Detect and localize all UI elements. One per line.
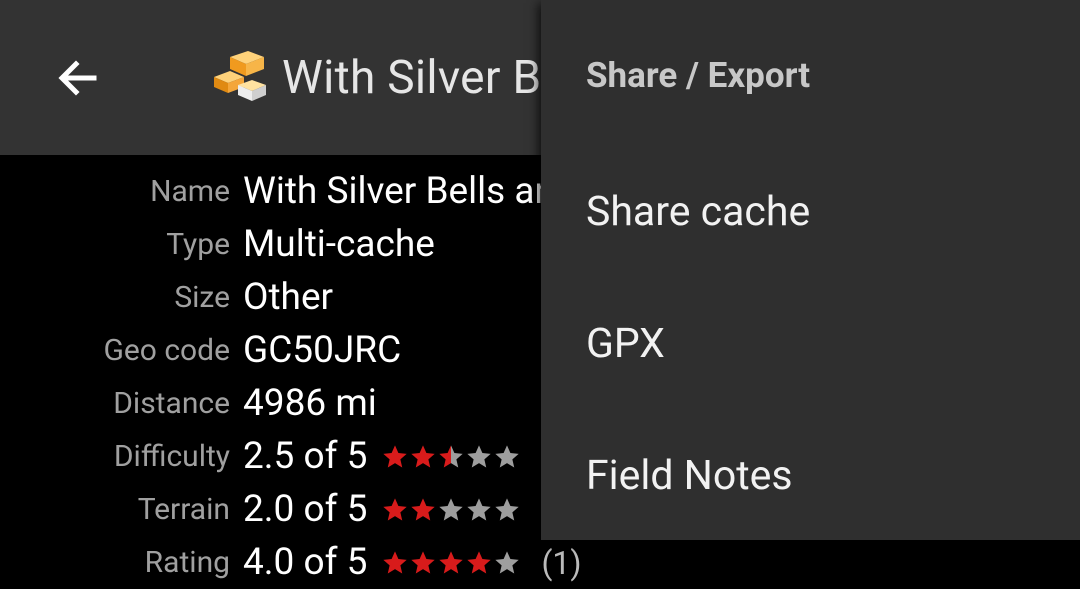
- terrain-stars: [381, 496, 521, 524]
- star-icon: [495, 497, 520, 520]
- star-icon: [495, 444, 520, 467]
- star-icon: [467, 550, 492, 573]
- star-icon: [467, 444, 492, 467]
- detail-value: 2.5 of 5: [243, 435, 368, 478]
- detail-label: Name: [150, 174, 230, 209]
- rating-count: (1): [541, 543, 582, 582]
- detail-value: 4.0 of 5: [243, 541, 368, 584]
- star-icon: [411, 497, 436, 520]
- star-icon: [495, 550, 520, 573]
- detail-value-wrap: 2.5 of 5: [243, 435, 521, 478]
- difficulty-stars: [381, 443, 521, 471]
- detail-value: Other: [243, 276, 334, 319]
- detail-row-rating: Rating 4.0 of 5 (1): [0, 536, 1080, 589]
- detail-value: 2.0 of 5: [243, 488, 368, 531]
- menu-item-gpx[interactable]: GPX: [541, 284, 1080, 404]
- arrow-left-icon: [58, 60, 97, 96]
- star-icon: [383, 550, 408, 573]
- detail-label: Type: [166, 227, 230, 262]
- detail-value-wrap: 2.0 of 5: [243, 488, 521, 531]
- star-icon: [467, 497, 492, 520]
- menu-header: Share / Export: [586, 55, 811, 96]
- star-icon: [439, 550, 464, 573]
- detail-label: Rating: [144, 545, 230, 580]
- detail-label: Distance: [113, 386, 230, 421]
- detail-value-wrap: 4.0 of 5 (1): [243, 541, 582, 584]
- share-export-menu: Share / Export Share cache GPX Field Not…: [541, 0, 1080, 540]
- detail-label: Terrain: [137, 492, 230, 527]
- rating-stars: [381, 549, 521, 577]
- star-icon: [383, 497, 408, 520]
- detail-label: Difficulty: [113, 439, 230, 474]
- star-icon: [439, 444, 464, 467]
- star-icon: [439, 497, 464, 520]
- menu-item-field-notes[interactable]: Field Notes: [541, 416, 1080, 536]
- star-icon: [383, 444, 408, 467]
- detail-value: Multi-cache: [243, 223, 435, 266]
- detail-label: Size: [174, 280, 230, 315]
- star-icon: [411, 444, 436, 467]
- detail-value: 4986 mi: [243, 382, 377, 425]
- detail-label: Geo code: [103, 333, 230, 368]
- menu-item-share-cache[interactable]: Share cache: [541, 152, 1080, 272]
- back-button[interactable]: [50, 50, 106, 106]
- star-icon: [411, 550, 436, 573]
- detail-value: GC50JRC: [243, 329, 402, 372]
- multi-cache-icon: [214, 51, 266, 101]
